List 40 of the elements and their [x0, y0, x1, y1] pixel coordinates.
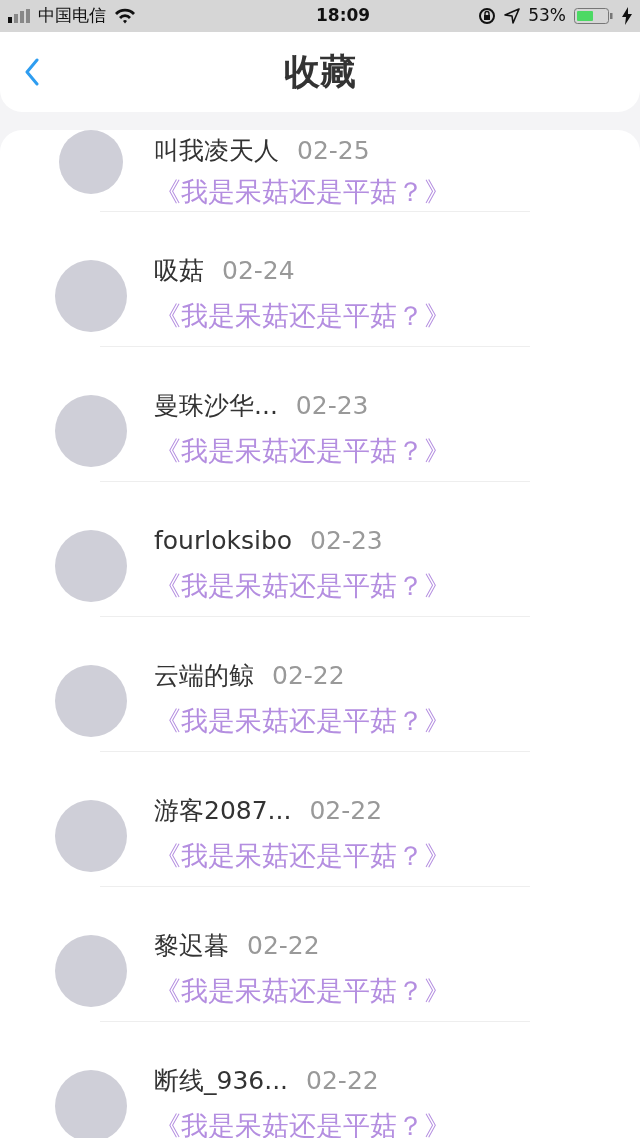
post-title: 《我是呆菇还是平菇？》 — [154, 433, 451, 468]
battery-icon — [574, 8, 614, 24]
post-title: 《我是呆菇还是平菇？》 — [154, 568, 451, 603]
favorite-item[interactable]: 云端的鲸 02-22 《我是呆菇还是平菇？》 — [0, 617, 640, 752]
post-date: 02-22 — [309, 795, 383, 827]
user-name: 曼珠沙华... — [154, 390, 278, 422]
favorite-item[interactable]: 吸菇 02-24 《我是呆菇还是平菇？》 — [0, 212, 640, 347]
clock-time: 18:09 — [316, 4, 371, 28]
post-title: 《我是呆菇还是平菇？》 — [154, 703, 451, 738]
wifi-icon — [114, 8, 136, 24]
rotation-lock-icon — [478, 7, 497, 25]
post-title: 《我是呆菇还是平菇？》 — [154, 298, 451, 333]
page-title: 收藏 — [284, 50, 356, 94]
post-date: 02-23 — [310, 525, 383, 557]
post-title: 《我是呆菇还是平菇？》 — [154, 1108, 451, 1138]
post-date: 02-23 — [295, 390, 369, 422]
user-name: 游客2087... — [154, 795, 292, 827]
post-date: 02-24 — [222, 255, 295, 287]
user-name: fourloksibo — [154, 525, 293, 557]
post-date: 02-22 — [272, 660, 345, 692]
user-name: 云端的鲸 — [154, 660, 254, 692]
favorite-item[interactable]: 叫我凌天人 02-25 《我是呆菇还是平菇？》 — [0, 130, 640, 212]
user-name: 叫我凌天人 — [154, 135, 279, 167]
charging-bolt-icon — [622, 7, 632, 25]
location-arrow-icon — [504, 8, 521, 24]
post-date: 02-22 — [306, 1065, 379, 1097]
user-name: 吸菇 — [154, 255, 204, 287]
user-name: 断线_936... — [154, 1065, 289, 1097]
post-title: 《我是呆菇还是平菇？》 — [154, 174, 451, 209]
favorite-item[interactable]: fourloksibo 02-23 《我是呆菇还是平菇？》 — [0, 482, 640, 617]
post-title: 《我是呆菇还是平菇？》 — [154, 973, 451, 1008]
user-name: 黎迟暮 — [154, 930, 229, 962]
favorite-item[interactable]: 黎迟暮 02-22 《我是呆菇还是平菇？》 — [0, 887, 640, 1022]
carrier-name: 中国电信 — [38, 4, 106, 28]
favorite-item[interactable]: 曼珠沙华... 02-23 《我是呆菇还是平菇？》 — [0, 347, 640, 482]
post-date: 02-22 — [247, 930, 320, 962]
post-date: 02-25 — [297, 135, 370, 167]
favorite-item[interactable]: 游客2087... 02-22 《我是呆菇还是平菇？》 — [0, 752, 640, 887]
battery-percent: 53% — [528, 4, 566, 28]
post-title: 《我是呆菇还是平菇？》 — [154, 838, 451, 873]
